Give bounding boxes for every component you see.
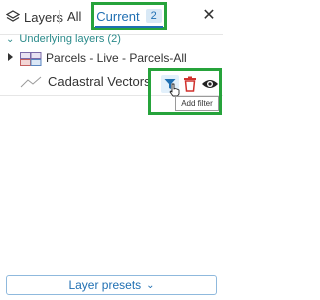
- layer-label: Cadastral Vectors: [48, 74, 151, 89]
- layer-row-parcels[interactable]: Parcels - Live - Parcels-All: [0, 50, 223, 68]
- layers-stack-icon: [6, 10, 20, 22]
- layers-label: Layers: [24, 9, 64, 25]
- header-separator: [59, 10, 60, 24]
- eye-icon: [202, 80, 218, 88]
- trash-icon: [184, 76, 196, 92]
- chevron-down-icon: ⌄: [146, 279, 155, 291]
- tab-all[interactable]: All: [67, 9, 81, 24]
- toggle-visibility-button[interactable]: [201, 77, 219, 91]
- panel-header: Layers All Current 2 ✕: [0, 0, 223, 35]
- layer-label: Parcels - Live - Parcels-All: [46, 51, 187, 65]
- tab-current-count-badge: 2: [145, 9, 162, 23]
- add-filter-tooltip: Add filter: [175, 96, 219, 111]
- layers-title: Layers: [6, 8, 63, 26]
- chevron-down-icon: ⌄: [6, 33, 15, 45]
- expand-arrow-icon[interactable]: [8, 53, 13, 61]
- underlying-layers-group[interactable]: ⌄ Underlying layers (2): [6, 32, 121, 46]
- polygon-swatch-icon: [20, 52, 42, 71]
- layer-presets-label: Layer presets: [68, 278, 142, 292]
- delete-layer-button[interactable]: [183, 76, 197, 92]
- layer-presets-button[interactable]: Layer presets ⌄: [6, 275, 217, 295]
- tab-current-label: Current: [96, 8, 140, 24]
- active-tab-indicator: [95, 26, 163, 28]
- line-swatch-icon: [20, 75, 42, 94]
- close-icon[interactable]: ✕: [200, 7, 218, 25]
- group-label: Underlying layers (2): [19, 33, 121, 45]
